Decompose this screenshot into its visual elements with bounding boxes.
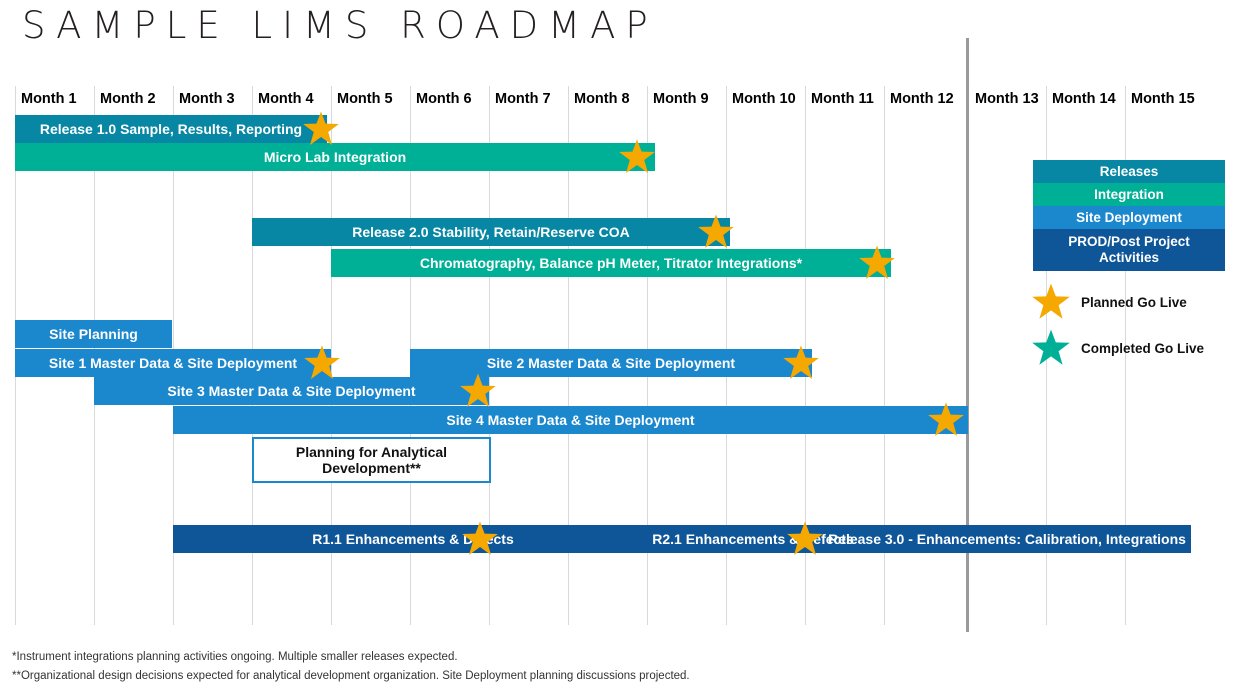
- month-header-5: Month 5: [337, 91, 393, 107]
- bar-site-3-deployment[interactable]: Site 3 Master Data & Site Deployment: [94, 377, 489, 405]
- month-header-13: Month 13: [975, 91, 1039, 107]
- month-header-9: Month 9: [653, 91, 709, 107]
- legend-prod-line-2: Activities: [1098, 250, 1160, 265]
- bar-release-2-0[interactable]: Release 2.0 Stability, Retain/Reserve CO…: [252, 218, 730, 246]
- month-header-7: Month 7: [495, 91, 551, 107]
- month-header-8: Month 8: [574, 91, 630, 107]
- legend-key-completed-go-live: Completed Go Live: [1031, 328, 1204, 368]
- bar-site-planning[interactable]: Site Planning: [15, 320, 172, 348]
- month-header-1: Month 1: [21, 91, 77, 107]
- planned-go-live-star-r21: [786, 520, 824, 558]
- month-header-4: Month 4: [258, 91, 314, 107]
- legend-prod-line-1: PROD/Post Project: [1068, 234, 1190, 250]
- bar-prod-post-project[interactable]: R1.1 Enhancements & Defects R2.1 Enhance…: [173, 525, 1191, 553]
- legend-key-planned-go-live: Planned Go Live: [1031, 282, 1187, 322]
- legend-label-planned-go-live: Planned Go Live: [1081, 294, 1187, 310]
- legend-swatch-releases: Releases: [1033, 160, 1225, 183]
- bar-micro-lab-integration-label: Micro Lab Integration: [263, 149, 407, 165]
- bar-site-4-deployment[interactable]: Site 4 Master Data & Site Deployment: [173, 406, 968, 434]
- footnote-2: **Organizational design decisions expect…: [12, 669, 690, 682]
- bar-site-1-deployment[interactable]: Site 1 Master Data & Site Deployment: [15, 349, 331, 377]
- legend-label-releases: Releases: [1099, 164, 1159, 179]
- month-header-12: Month 12: [890, 91, 954, 107]
- legend-label-site-deployment: Site Deployment: [1076, 210, 1182, 225]
- legend: Releases Integration Site Deployment PRO…: [1033, 160, 1225, 271]
- month-header-6: Month 6: [416, 91, 472, 107]
- planned-go-live-star-site-3: [459, 372, 497, 410]
- bar-release-3-0-label: Release 3.0 - Enhancements: Calibration,…: [828, 531, 1186, 547]
- completed-go-live-star-icon: [1031, 328, 1071, 368]
- legend-label-integration: Integration: [1094, 187, 1164, 202]
- footnotes: *Instrument integrations planning activi…: [12, 648, 690, 686]
- legend-label-completed-go-live: Completed Go Live: [1081, 340, 1205, 356]
- planned-go-live-star-site-1: [303, 344, 341, 382]
- planning-line-1: Planning for Analytical: [295, 443, 448, 460]
- month-header-2: Month 2: [100, 91, 156, 107]
- legend-swatch-integration: Integration: [1033, 183, 1225, 206]
- bar-site-4-deployment-label: Site 4 Master Data & Site Deployment: [446, 412, 695, 428]
- planned-go-live-star-site-2: [782, 344, 820, 382]
- month-header-15: Month 15: [1131, 91, 1195, 107]
- bar-site-planning-label: Site Planning: [49, 326, 138, 342]
- planning-line-2: Development**: [322, 460, 421, 476]
- planned-go-live-star-site-4: [927, 401, 965, 439]
- bar-chromatography-integrations-label: Chromatography, Balance pH Meter, Titrat…: [419, 255, 803, 271]
- bar-planning-analytical-development[interactable]: Planning for Analytical Development**: [252, 437, 491, 483]
- bar-release-1-0-label: Release 1.0 Sample, Results, Reporting: [39, 121, 303, 137]
- bar-site-2-deployment-label: Site 2 Master Data & Site Deployment: [486, 355, 736, 371]
- planned-go-live-star-micro-lab: [618, 138, 656, 176]
- legend-swatch-site-deployment: Site Deployment: [1033, 206, 1225, 229]
- month-header-3: Month 3: [179, 91, 235, 107]
- legend-label-prod-post-project: PROD/Post Project Activities: [1068, 234, 1190, 265]
- month-header-11: Month 11: [811, 91, 874, 107]
- month-header-14: Month 14: [1052, 91, 1116, 107]
- legend-swatch-prod-post-project: PROD/Post Project Activities: [1033, 229, 1225, 271]
- planned-go-live-star-release-2-0: [697, 213, 735, 251]
- bar-release-1-0[interactable]: Release 1.0 Sample, Results, Reporting: [15, 115, 327, 143]
- footnote-1: *Instrument integrations planning activi…: [12, 651, 458, 663]
- bar-planning-analytical-development-label: Planning for Analytical Development**: [296, 444, 447, 476]
- planned-go-live-star-release-1-0: [302, 110, 340, 148]
- planned-go-live-star-r11: [461, 520, 499, 558]
- planned-go-live-star-icon: [1031, 282, 1071, 322]
- bar-site-3-deployment-label: Site 3 Master Data & Site Deployment: [167, 383, 416, 399]
- bar-chromatography-integrations[interactable]: Chromatography, Balance pH Meter, Titrat…: [331, 249, 891, 277]
- bar-release-2-0-label: Release 2.0 Stability, Retain/Reserve CO…: [352, 224, 630, 240]
- month-header-10: Month 10: [732, 91, 796, 107]
- planned-go-live-star-chromatography: [858, 244, 896, 282]
- bar-site-1-deployment-label: Site 1 Master Data & Site Deployment: [48, 355, 298, 371]
